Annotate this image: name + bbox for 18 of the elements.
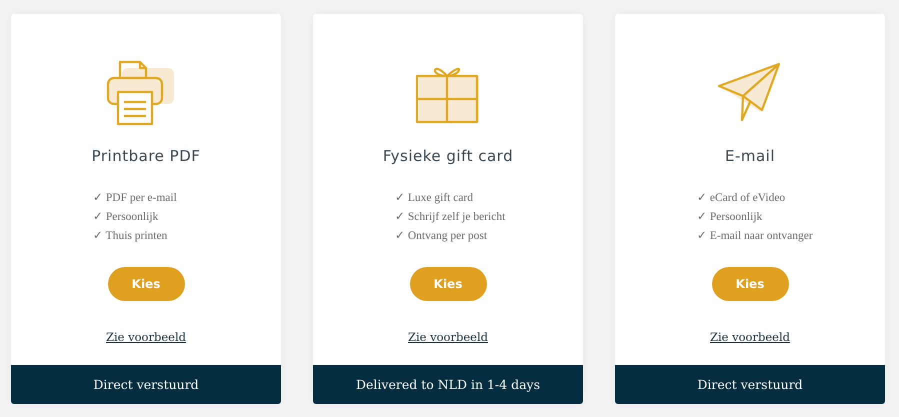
card-title: E-mail	[724, 147, 776, 165]
feature-item: ✓ E-mail naar ontvanger	[697, 229, 813, 244]
delivery-banner: Delivered to NLD in 1-4 days	[313, 365, 583, 404]
feature-item: ✓ Schrijf zelf je bericht	[395, 210, 506, 225]
feature-item: ✓ Ontvang per post	[395, 229, 488, 244]
delivery-banner: Direct verstuurd	[11, 365, 281, 404]
feature-item: ✓ Persoonlijk	[697, 210, 764, 225]
feature-item: ✓ Luxe gift card	[395, 191, 474, 206]
example-link[interactable]: Zie voorbeeld	[408, 330, 488, 344]
delivery-banner: Direct verstuurd	[615, 365, 885, 404]
feature-item: ✓ Thuis printen	[93, 229, 168, 244]
example-link[interactable]: Zie voorbeeld	[106, 330, 186, 344]
card-title: Printbare PDF	[92, 147, 200, 165]
example-link[interactable]: Zie voorbeeld	[710, 330, 790, 344]
feature-item: ✓ PDF per e-mail	[93, 191, 177, 206]
feature-item: ✓ eCard of eVideo	[697, 191, 786, 206]
feature-item: ✓ Persoonlijk	[93, 210, 160, 225]
card-title: Fysieke gift card	[382, 147, 514, 165]
